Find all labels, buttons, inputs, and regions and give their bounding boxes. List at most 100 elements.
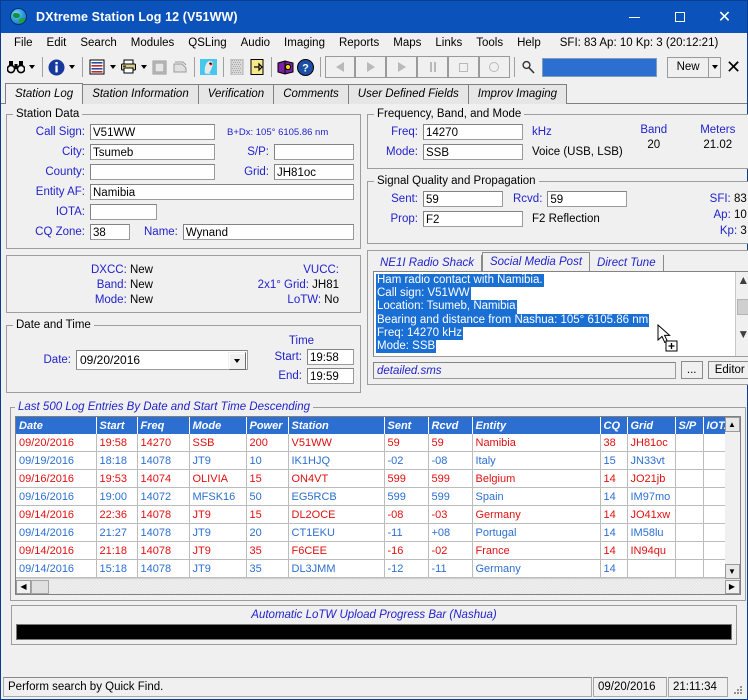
col-rcvd[interactable]: Rcvd bbox=[428, 417, 473, 434]
resize-grip-icon[interactable] bbox=[728, 677, 745, 697]
col-cq[interactable]: CQ bbox=[600, 417, 628, 434]
tab-verification[interactable]: Verification bbox=[197, 84, 275, 104]
menu-reports[interactable]: Reports bbox=[332, 35, 386, 51]
table-row[interactable]: 09/16/2016 19:53 14074 OLIVIA 15 ON4VT 599 599 B… bbox=[16, 469, 740, 488]
next-record-icon[interactable] bbox=[386, 56, 418, 78]
printer-icon[interactable] bbox=[119, 56, 139, 78]
tab-user-defined-fields[interactable]: User Defined Fields bbox=[347, 84, 469, 104]
tab-station-information[interactable]: Station Information bbox=[82, 84, 199, 104]
info-icon[interactable] bbox=[46, 56, 66, 78]
scroll-down-icon[interactable]: ▼ bbox=[724, 564, 740, 579]
tab-radio-shack[interactable]: NE1I Radio Shack bbox=[373, 255, 482, 271]
stop-icon[interactable] bbox=[448, 56, 479, 78]
export-icon[interactable] bbox=[247, 56, 267, 78]
table-row[interactable]: 09/14/2016 22:36 14078 JT9 15 DL2OCE -08 -03 Ger… bbox=[16, 505, 740, 524]
social-file-input[interactable]: detailed.sms bbox=[373, 361, 676, 379]
table-row[interactable]: 09/20/2016 19:58 14270 SSB 200 V51WW 59 59 Namib… bbox=[16, 434, 740, 452]
table-row[interactable]: 09/14/2016 21:27 14078 JT9 20 CT1EKU -11 +08 Por… bbox=[16, 523, 740, 542]
menu-links[interactable]: Links bbox=[428, 35, 469, 51]
menu-edit[interactable]: Edit bbox=[40, 35, 74, 51]
menu-help[interactable]: Help bbox=[510, 35, 548, 51]
name-input[interactable]: Wynand bbox=[182, 224, 354, 240]
pause-icon[interactable] bbox=[417, 56, 449, 78]
tab-comments[interactable]: Comments bbox=[273, 84, 349, 104]
info-dropdown-arrow[interactable] bbox=[66, 56, 78, 78]
col-mode[interactable]: Mode bbox=[189, 417, 247, 434]
table-row[interactable]: 09/16/2016 19:00 14072 MFSK16 50 EG5RCB 599 599… bbox=[16, 487, 740, 506]
log-vertical-scrollbar[interactable]: ▲ ▼ bbox=[724, 417, 740, 579]
first-record-icon[interactable] bbox=[324, 56, 356, 78]
grid-input[interactable]: JH81oc bbox=[274, 164, 354, 180]
col-freq[interactable]: Freq bbox=[137, 417, 190, 434]
menu-maps[interactable]: Maps bbox=[386, 35, 428, 51]
tab-station-log[interactable]: Station Log bbox=[5, 83, 84, 105]
hscroll-thumb[interactable] bbox=[31, 579, 49, 594]
record-icon[interactable] bbox=[478, 56, 510, 78]
chevron-up-icon[interactable]: ▲ bbox=[736, 272, 748, 288]
scrollbar-thumb[interactable] bbox=[736, 299, 748, 315]
prop-input[interactable]: F2 bbox=[423, 211, 523, 227]
county-input[interactable] bbox=[90, 164, 215, 180]
list-dropdown-arrow[interactable] bbox=[107, 56, 119, 78]
menu-search[interactable]: Search bbox=[73, 35, 123, 51]
list-icon[interactable] bbox=[87, 56, 107, 78]
menu-qsling[interactable]: QSLing bbox=[181, 35, 233, 51]
tab-direct-tune[interactable]: Direct Tune bbox=[590, 255, 664, 271]
start-time-input[interactable]: 19:58 bbox=[307, 349, 354, 365]
binoculars-icon[interactable] bbox=[6, 56, 26, 78]
hscroll-track[interactable] bbox=[49, 579, 725, 594]
social-post-scrollbar[interactable]: ▲ ▼ bbox=[734, 272, 748, 356]
menu-imaging[interactable]: Imaging bbox=[277, 35, 332, 51]
minimize-button[interactable] bbox=[612, 1, 657, 33]
col-station[interactable]: Station bbox=[288, 417, 385, 434]
col-start[interactable]: Start bbox=[96, 417, 138, 434]
date-dropdown-arrow[interactable] bbox=[228, 352, 246, 370]
book-icon[interactable] bbox=[276, 56, 296, 78]
freq-input[interactable]: 14270 bbox=[423, 124, 523, 140]
menu-audio[interactable]: Audio bbox=[234, 35, 277, 51]
maximize-button[interactable] bbox=[657, 1, 702, 33]
menu-modules[interactable]: Modules bbox=[124, 35, 181, 51]
date-combo[interactable]: 09/20/2016 bbox=[76, 350, 248, 370]
printer-dropdown-arrow[interactable] bbox=[138, 56, 150, 78]
scroll-up-icon[interactable]: ▲ bbox=[724, 417, 740, 432]
scroll-left-icon[interactable]: ◀ bbox=[16, 579, 31, 594]
col-date[interactable]: Date bbox=[16, 417, 97, 434]
tab-social-media-post[interactable]: Social Media Post bbox=[481, 252, 591, 271]
quick-find-input[interactable] bbox=[541, 57, 658, 77]
tab-improv-imaging[interactable]: Improv Imaging bbox=[467, 84, 568, 104]
table-row[interactable]: 09/19/2016 18:18 14078 JT9 10 IK1HJQ -02 -08 Ita… bbox=[16, 451, 740, 470]
city-input[interactable]: Tsumeb bbox=[90, 144, 215, 160]
chevron-down-icon[interactable]: ▼ bbox=[736, 326, 748, 342]
log-horizontal-scrollbar[interactable]: ◀ ▶ bbox=[16, 578, 740, 594]
sp-input[interactable] bbox=[274, 144, 354, 160]
menu-tools[interactable]: Tools bbox=[469, 35, 510, 51]
sent-input[interactable]: 59 bbox=[423, 191, 503, 207]
binoculars-dropdown-arrow[interactable] bbox=[26, 56, 38, 78]
table-row[interactable]: 09/14/2016 15:18 14078 JT9 35 DL3JMM -12 -11 Ger… bbox=[16, 559, 740, 578]
new-button[interactable]: New bbox=[667, 56, 710, 78]
table-row[interactable]: 09/14/2016 21:18 14078 JT9 35 F6CEE -16 -02 Fran… bbox=[16, 541, 740, 560]
col-power[interactable]: Power bbox=[246, 417, 289, 434]
menu-file[interactable]: File bbox=[7, 35, 40, 51]
col-entity[interactable]: Entity bbox=[472, 417, 601, 434]
new-dropdown-arrow[interactable] bbox=[709, 56, 721, 78]
col-sp[interactable]: S/P bbox=[675, 417, 704, 434]
social-post-textarea[interactable]: Ham radio contact with Namibia. Call sig… bbox=[373, 271, 748, 357]
end-time-input[interactable]: 19:59 bbox=[307, 368, 354, 384]
parrot-icon[interactable] bbox=[199, 56, 219, 78]
iota-input[interactable] bbox=[90, 204, 157, 220]
browse-button[interactable]: ... bbox=[680, 361, 703, 379]
rcvd-input[interactable]: 59 bbox=[547, 191, 628, 207]
col-grid[interactable]: Grid bbox=[627, 417, 676, 434]
call-sign-input[interactable]: V51WW bbox=[90, 124, 215, 140]
col-sent[interactable]: Sent bbox=[384, 417, 429, 434]
mode-input[interactable]: SSB bbox=[423, 144, 523, 160]
previous-record-icon[interactable] bbox=[355, 56, 387, 78]
scroll-right-icon[interactable]: ▶ bbox=[724, 579, 740, 594]
editor-button[interactable]: Editor bbox=[707, 361, 748, 379]
close-button[interactable]: ✕ bbox=[702, 1, 747, 33]
cq-zone-input[interactable]: 38 bbox=[90, 224, 130, 240]
help-icon[interactable]: ? bbox=[296, 56, 316, 78]
clear-record-button[interactable]: ✕ bbox=[726, 58, 741, 76]
